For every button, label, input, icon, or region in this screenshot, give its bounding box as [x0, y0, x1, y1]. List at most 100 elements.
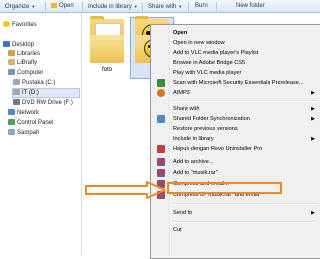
folder-label: foto — [101, 67, 112, 73]
include-in-library-label: Include in library — [88, 4, 132, 11]
menu-item-scan-mse[interactable]: Scan with Microsoft Security Essentials … — [153, 78, 319, 88]
open-label: Open — [59, 3, 74, 9]
winrar-icon — [157, 158, 165, 166]
chevron-down-icon: ▼ — [178, 4, 183, 9]
menu-label: Add to VLC media player's Playlist — [173, 50, 259, 56]
menu-item-share-with[interactable]: Share with ▶ — [153, 104, 319, 114]
menu-item-revo-uninstaller[interactable]: Hapus dengan Revo Uninstaller Pro — [153, 144, 319, 154]
open-button[interactable]: Open — [51, 2, 74, 11]
computer-icon — [8, 69, 15, 75]
folder-icon — [51, 3, 57, 8]
menu-item-add-musik-rar[interactable]: Add to "musik.rar" — [153, 168, 319, 178]
nav-favorites-label: Favorites — [12, 22, 37, 28]
menu-item-open[interactable]: Open — [153, 28, 319, 38]
submenu-arrow-icon: ▶ — [311, 116, 315, 122]
nav-user-label: LiBrafly — [17, 60, 38, 66]
dvd-drive-icon — [13, 99, 20, 105]
menu-label: AIMP3 — [173, 90, 190, 96]
desktop-icon — [3, 41, 10, 47]
menu-label: Send to — [173, 210, 193, 216]
nav-libraries[interactable]: Libraries — [8, 50, 40, 58]
menu-item-include-library[interactable]: Include in library ▶ — [153, 134, 319, 144]
include-in-library-button[interactable]: Include in library ▼ — [88, 2, 138, 11]
menu-label: Add to archive... — [173, 159, 214, 165]
nav-network[interactable]: Network — [8, 109, 39, 117]
menu-label: Scan with Microsoft Security Essentials … — [173, 80, 304, 86]
nav-favorites[interactable]: Favorites — [3, 21, 37, 29]
sync-icon — [157, 115, 165, 123]
menu-item-shared-folder-sync[interactable]: Shared Folder Synchronization ▶ — [153, 114, 319, 124]
library-icon — [8, 50, 15, 56]
organize-button[interactable]: Organize ▼ — [5, 2, 35, 11]
menu-label: Cut — [173, 227, 182, 233]
submenu-arrow-icon: ▶ — [311, 210, 315, 216]
menu-item-browse-bridge[interactable]: Browse in Adobe Bridge CS5 — [153, 58, 319, 68]
menu-label: Play with VLC media player — [173, 70, 242, 76]
context-menu: Open Open in new window Add to VLC media… — [150, 24, 320, 259]
folder-item-foto[interactable]: foto — [90, 16, 124, 75]
aimp-icon — [157, 89, 165, 97]
menu-item-open-new-window[interactable]: Open in new window — [153, 38, 319, 48]
menu-label: Shared Folder Synchronization — [173, 116, 250, 122]
chevron-down-icon: ▼ — [133, 4, 138, 9]
menu-label: Add to "musik.rar" — [173, 170, 218, 176]
menu-item-aimp[interactable]: AIMP3 ▶ — [153, 88, 319, 98]
nav-drive-d[interactable]: IT (D:) — [12, 88, 80, 98]
chevron-down-icon: ▼ — [31, 4, 36, 9]
menu-label: Share with — [173, 106, 200, 112]
burn-button[interactable]: Burn — [195, 2, 208, 11]
control-panel-icon — [8, 119, 15, 125]
nav-drive-e[interactable]: DVD RW Drive (F:) — [13, 99, 73, 107]
menu-label: Open — [173, 30, 188, 36]
menu-label: Hapus dengan Revo Uninstaller Pro — [173, 146, 263, 152]
nav-computer-label: Computer — [17, 70, 44, 76]
share-with-label: Share with — [148, 4, 177, 11]
new-folder-button[interactable]: New folder — [236, 2, 265, 11]
nav-control-panel[interactable]: Control Panel — [8, 119, 53, 127]
menu-item-send-to[interactable]: Send to ▶ — [153, 208, 319, 218]
menu-label: Include in library — [173, 136, 214, 142]
toolbar-divider — [82, 2, 83, 11]
drive-icon — [13, 79, 20, 85]
nav-drive-d-label: IT (D:) — [22, 90, 39, 96]
menu-separator — [171, 203, 317, 205]
toolbar-divider — [45, 2, 46, 11]
drive-icon — [13, 89, 20, 95]
recycle-bin-icon — [8, 129, 15, 135]
shield-icon — [157, 79, 165, 87]
share-with-button[interactable]: Share with ▼ — [148, 2, 182, 11]
nav-drive-c-label: Pustaka (C:) — [22, 80, 56, 86]
toolbar-divider — [142, 2, 143, 11]
menu-item-play-vlc[interactable]: Play with VLC media player — [153, 68, 319, 78]
user-folder-icon — [8, 59, 15, 65]
navigation-pane: Favorites Desktop Libraries LiBrafly Com… — [0, 13, 82, 255]
menu-item-add-vlc-playlist[interactable]: Add to VLC media player's Playlist — [153, 48, 319, 58]
nav-libraries-label: Libraries — [17, 51, 41, 57]
folder-icon — [90, 35, 124, 63]
submenu-arrow-icon: ▶ — [311, 106, 315, 112]
nav-drive-c[interactable]: Pustaka (C:) — [13, 79, 55, 87]
menu-separator — [171, 221, 317, 223]
menu-item-add-archive[interactable]: Add to archive... — [153, 157, 319, 167]
menu-item-cut[interactable]: Cut — [153, 225, 319, 235]
toolbar-divider — [216, 2, 217, 11]
menu-label: Restore previous versions — [173, 126, 238, 132]
nav-desktop-label: Desktop — [12, 42, 35, 48]
network-icon — [8, 109, 15, 115]
menu-label: Open in new window — [173, 40, 225, 46]
nav-recycle-bin[interactable]: Sampah — [8, 129, 39, 137]
nav-desktop[interactable]: Desktop — [3, 41, 34, 49]
toolbar-divider — [188, 2, 189, 11]
nav-user[interactable]: LiBrafly — [8, 59, 37, 67]
menu-label: Browse in Adobe Bridge CS5 — [173, 60, 246, 66]
nav-computer[interactable]: Computer — [8, 69, 43, 77]
nav-network-label: Network — [17, 110, 40, 116]
nav-recycle-label: Sampah — [17, 130, 40, 136]
submenu-arrow-icon: ▶ — [311, 136, 315, 142]
menu-item-restore-versions[interactable]: Restore previous versions — [153, 124, 319, 134]
revo-icon — [157, 145, 165, 153]
menu-separator — [171, 100, 317, 102]
highlight-box — [167, 182, 282, 194]
submenu-arrow-icon: ▶ — [311, 90, 315, 96]
organize-label: Organize — [5, 4, 30, 11]
